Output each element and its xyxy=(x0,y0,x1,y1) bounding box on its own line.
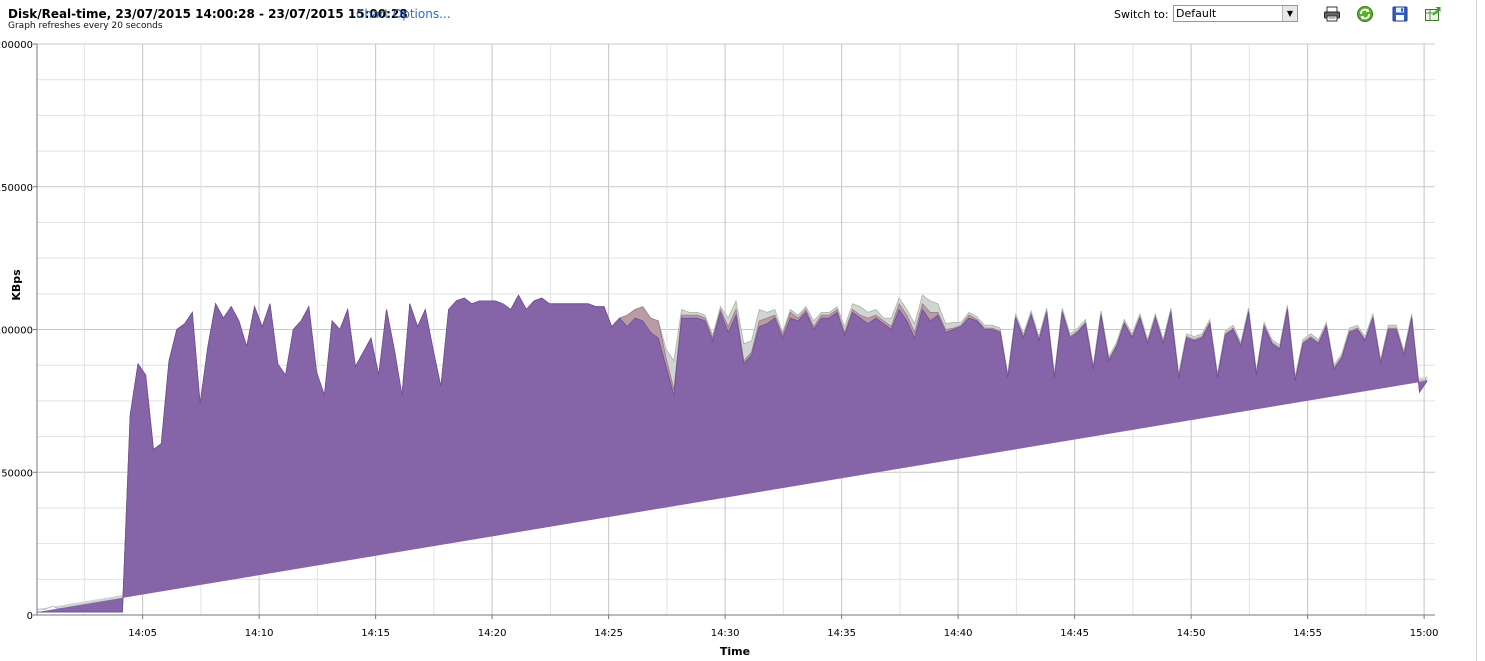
x-tick-label: 14:50 xyxy=(1177,628,1206,639)
disk-throughput-chart: 0 50000 100000 150000 200000 14:05 14:10 14:15 1… xyxy=(0,40,1439,658)
x-tick-label: 14:20 xyxy=(478,628,507,639)
y-tick-label: 100000 xyxy=(0,326,33,337)
x-tick-label: 14:15 xyxy=(361,628,390,639)
y-tick-label: 150000 xyxy=(0,183,33,194)
x-tick-label: 14:30 xyxy=(711,628,740,639)
y-tick-label: 200000 xyxy=(0,40,33,51)
y-tick-label: 0 xyxy=(27,611,33,622)
x-tick-label: 14:40 xyxy=(944,628,973,639)
x-tick-label: 14:55 xyxy=(1293,628,1322,639)
x-tick-label: 14:10 xyxy=(245,628,274,639)
x-tick-label: 14:25 xyxy=(594,628,623,639)
y-tick-label: 50000 xyxy=(1,468,33,479)
y-axis-title: KBps xyxy=(10,269,23,301)
x-tick-label: 14:45 xyxy=(1060,628,1089,639)
x-tick-label: 14:05 xyxy=(128,628,157,639)
x-tick-label: 15:00 xyxy=(1410,628,1439,639)
x-axis-title: Time xyxy=(720,645,750,658)
x-tick-label: 14:35 xyxy=(827,628,856,639)
